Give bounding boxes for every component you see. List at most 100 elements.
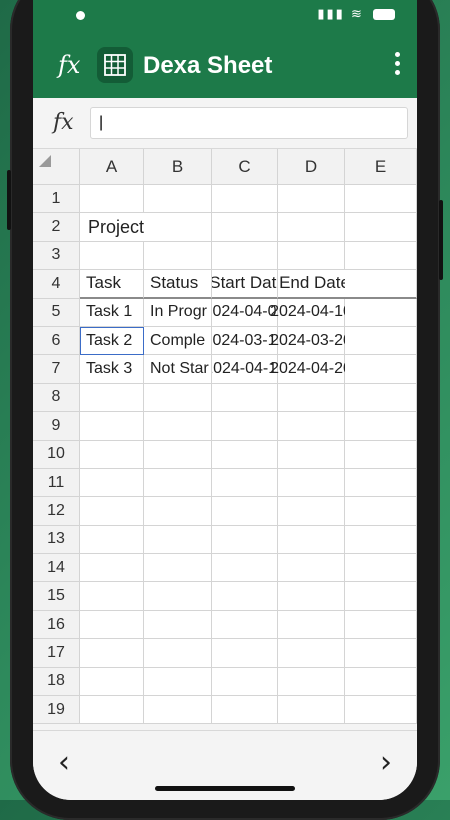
cell-c5[interactable]: 2024-04-01 <box>212 298 278 327</box>
cell-d14[interactable] <box>278 554 345 583</box>
function-icon[interactable]: fx <box>58 51 80 79</box>
cell-a1[interactable] <box>80 185 144 214</box>
cell-e12[interactable] <box>345 497 417 526</box>
row-header[interactable]: 19 <box>33 696 80 725</box>
row-header[interactable]: 11 <box>33 468 80 498</box>
cell-d1[interactable] <box>278 185 345 214</box>
cell-d3[interactable] <box>278 241 345 271</box>
row-header[interactable]: 16 <box>33 610 80 640</box>
cell-a11[interactable] <box>80 468 144 498</box>
cell-b8[interactable] <box>144 383 212 413</box>
cell-b12[interactable] <box>144 497 212 526</box>
cell-c19[interactable] <box>212 696 278 725</box>
row-header[interactable]: 17 <box>33 639 80 668</box>
cell-c9[interactable] <box>212 412 278 441</box>
next-arrow-icon[interactable]: › <box>380 745 392 780</box>
cell-b17[interactable] <box>144 639 212 668</box>
cell-a14[interactable] <box>80 554 144 583</box>
cell-d15[interactable] <box>278 582 345 611</box>
row-header[interactable]: 1 <box>33 185 80 214</box>
row-header[interactable]: 10 <box>33 440 80 469</box>
cell-a8[interactable] <box>80 383 144 413</box>
cell-e1[interactable] <box>345 185 417 214</box>
cell-e14[interactable] <box>345 554 417 583</box>
row-header[interactable]: 15 <box>33 582 80 611</box>
cell-d8[interactable] <box>278 383 345 413</box>
cell-a13[interactable] <box>80 525 144 555</box>
column-header-d[interactable]: D <box>278 149 345 185</box>
prev-arrow-icon[interactable]: ‹ <box>58 745 70 780</box>
cell-a19[interactable] <box>80 696 144 725</box>
formula-input[interactable] <box>90 107 408 139</box>
row-header[interactable]: 5 <box>33 298 80 327</box>
row-header[interactable]: 3 <box>33 241 80 271</box>
cell-a3[interactable] <box>80 241 144 271</box>
cell-c7[interactable]: 2024-04-11 <box>212 355 278 384</box>
cell-c18[interactable] <box>212 667 278 697</box>
cell-d5[interactable]: 2024-04-10 <box>270 298 352 327</box>
cell-b7[interactable]: Not Star <box>144 355 212 384</box>
cell-e19[interactable] <box>345 696 417 725</box>
cell-c15[interactable] <box>212 582 278 611</box>
cell-a17[interactable] <box>80 639 144 668</box>
cell-e13[interactable] <box>345 525 417 555</box>
cell-d18[interactable] <box>278 667 345 697</box>
row-header[interactable]: 12 <box>33 497 80 526</box>
cell-e7[interactable] <box>345 355 417 384</box>
cell-b1[interactable] <box>144 185 212 214</box>
cell-a9[interactable] <box>80 412 144 441</box>
cell-d9[interactable] <box>278 412 345 441</box>
cell-d2[interactable] <box>278 213 345 242</box>
cell-c14[interactable] <box>212 554 278 583</box>
cell-e3[interactable] <box>345 241 417 271</box>
cell-a16[interactable] <box>80 610 144 640</box>
row-header[interactable]: 6 <box>33 326 80 356</box>
cell-e2[interactable] <box>345 213 417 242</box>
cell-b15[interactable] <box>144 582 212 611</box>
cell-c13[interactable] <box>212 525 278 555</box>
cell-a12[interactable] <box>80 497 144 526</box>
cell-b11[interactable] <box>144 468 212 498</box>
select-all-corner[interactable] <box>33 149 80 185</box>
cell-a10[interactable] <box>80 440 144 469</box>
cell-b18[interactable] <box>144 667 212 697</box>
cell-e6[interactable] <box>345 326 417 356</box>
cell-b14[interactable] <box>144 554 212 583</box>
row-header[interactable]: 14 <box>33 554 80 583</box>
column-header-c[interactable]: C <box>212 149 278 185</box>
cell-c12[interactable] <box>212 497 278 526</box>
cell-d4[interactable]: End Date <box>278 270 350 299</box>
cell-b3[interactable] <box>144 241 212 271</box>
column-header-a[interactable]: A <box>80 149 144 185</box>
cell-a18[interactable] <box>80 667 144 697</box>
cell-e17[interactable] <box>345 639 417 668</box>
cell-d16[interactable] <box>278 610 345 640</box>
cell-d7[interactable]: 2024-04-20 <box>270 355 352 384</box>
cell-e18[interactable] <box>345 667 417 697</box>
cell-b2[interactable] <box>144 213 212 242</box>
row-header[interactable]: 18 <box>33 667 80 697</box>
cell-d11[interactable] <box>278 468 345 498</box>
cell-b13[interactable] <box>144 525 212 555</box>
row-header[interactable]: 7 <box>33 355 80 384</box>
cell-c3[interactable] <box>212 241 278 271</box>
cell-a6[interactable]: Task 2 <box>80 326 144 356</box>
cell-a7[interactable]: Task 3 <box>80 355 144 384</box>
cell-b6[interactable]: Comple <box>144 326 212 356</box>
cell-b9[interactable] <box>144 412 212 441</box>
cell-c8[interactable] <box>212 383 278 413</box>
cell-e5[interactable] <box>345 298 417 327</box>
row-header[interactable]: 9 <box>33 412 80 441</box>
column-header-b[interactable]: B <box>144 149 212 185</box>
cell-e11[interactable] <box>345 468 417 498</box>
cell-d19[interactable] <box>278 696 345 725</box>
cell-c1[interactable] <box>212 185 278 214</box>
cell-e8[interactable] <box>345 383 417 413</box>
cell-d6[interactable]: 2024-03-20 <box>270 326 352 356</box>
cell-d12[interactable] <box>278 497 345 526</box>
cell-c2[interactable] <box>212 213 278 242</box>
cell-a4[interactable]: Task <box>80 270 144 299</box>
cell-b4[interactable]: Status <box>144 270 212 299</box>
cell-b16[interactable] <box>144 610 212 640</box>
cell-e15[interactable] <box>345 582 417 611</box>
